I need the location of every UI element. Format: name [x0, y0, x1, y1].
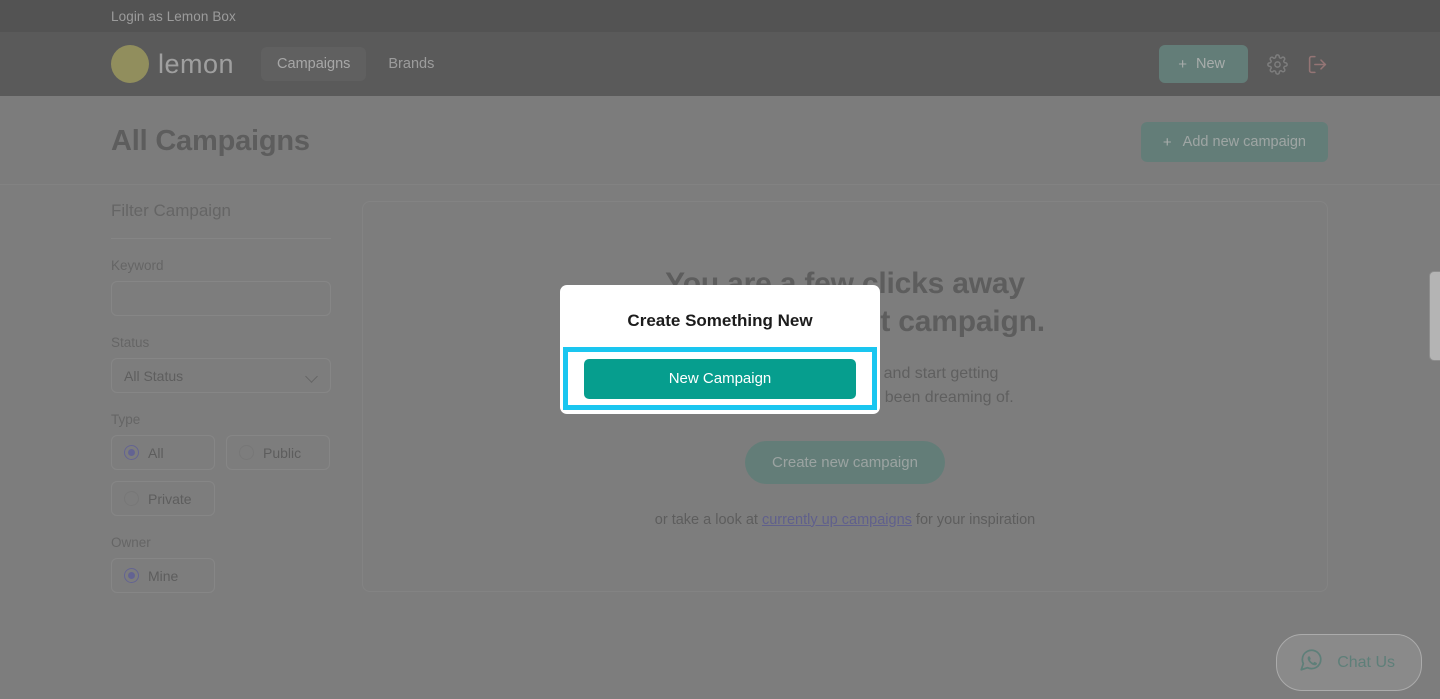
- modal-title: Create Something New: [627, 311, 813, 330]
- create-something-new-modal: Create Something New New Campaign: [560, 285, 880, 414]
- new-campaign-button[interactable]: New Campaign: [584, 358, 856, 399]
- whatsapp-icon: [1298, 647, 1324, 678]
- screen-root: Login as Lemon Box lemon Campaigns Brand…: [0, 0, 1440, 699]
- chat-us-label: Chat Us: [1337, 653, 1395, 671]
- chat-us-button[interactable]: Chat Us: [1276, 634, 1422, 691]
- side-panel-handle[interactable]: [1429, 271, 1440, 361]
- highlight-box: New Campaign: [563, 347, 877, 410]
